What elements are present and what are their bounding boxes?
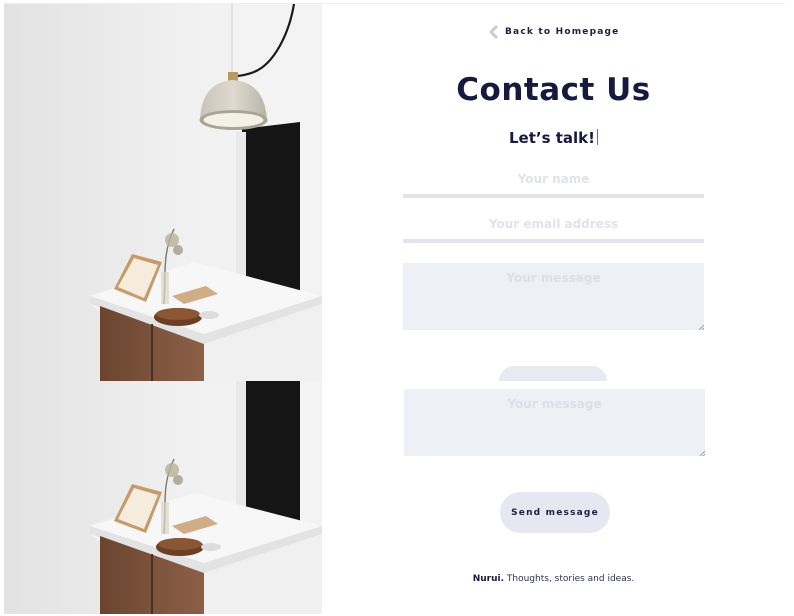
chevron-left-icon [489,25,499,39]
back-to-homepage-link[interactable]: Back to Homepage [489,25,619,39]
subtitle-text: Let’s talk! [508,129,595,147]
footer-brand: Nurui. [472,574,505,584]
footer: Nurui. Thoughts, stories and ideas. [322,574,785,584]
email-field[interactable] [403,209,704,243]
message-field-duplicate[interactable] [404,389,705,456]
send-message-button[interactable]: Send message [500,492,610,533]
hero-photo-top [4,4,322,381]
name-field[interactable] [403,164,704,198]
contact-panel: Back to Homepage Contact Us Let’s talk! … [322,4,785,614]
resize-grip-icon[interactable] [699,450,706,457]
back-link-label: Back to Homepage [505,27,620,37]
resize-grip-icon[interactable] [698,324,705,331]
hero-photo-bottom [4,381,322,614]
page-subtitle: Let’s talk! [322,129,785,147]
page-title: Contact Us [456,72,651,108]
footer-tagline: Thoughts, stories and ideas. [506,574,635,584]
text-caret [597,129,598,145]
page-frame: Back to Homepage Contact Us Let’s talk! … [4,3,785,614]
message-field[interactable] [403,263,704,330]
send-button-ghost [499,366,607,381]
